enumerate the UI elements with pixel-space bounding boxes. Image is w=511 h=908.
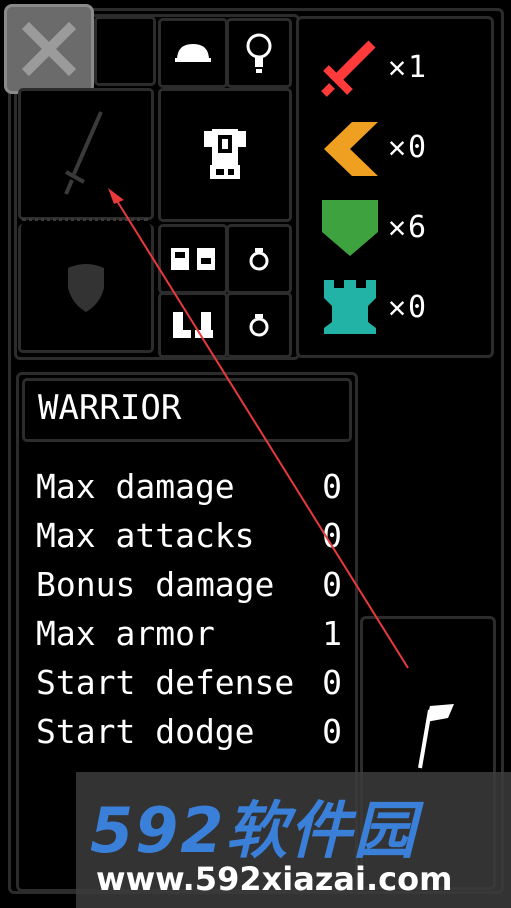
watermark-overlay: 592软件园 www.592xiazai.com bbox=[76, 772, 511, 908]
watermark-url: www.592xiazai.com bbox=[96, 860, 453, 898]
watermark-brand: 592软件园 bbox=[90, 794, 418, 867]
